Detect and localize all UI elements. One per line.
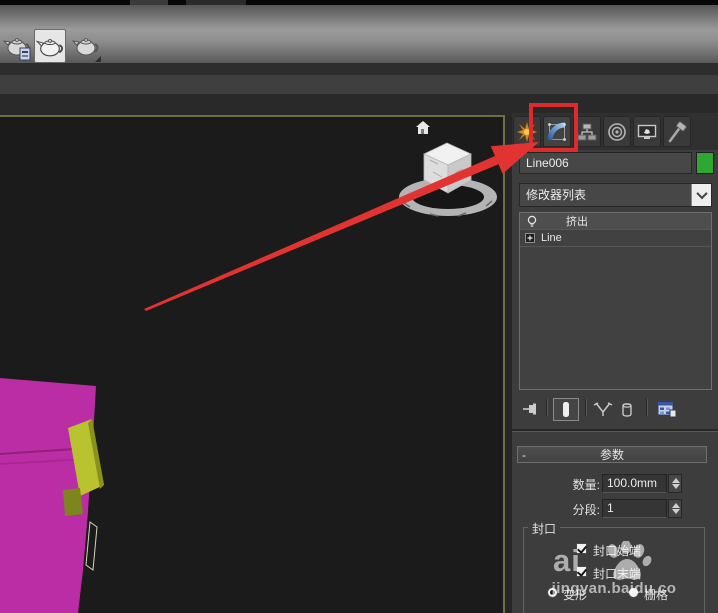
tab-display[interactable] <box>633 116 661 147</box>
selected-spline-outline[interactable] <box>85 521 98 571</box>
hierarchy-icon <box>577 123 597 140</box>
modifier-list-label: 修改器列表 <box>526 188 587 202</box>
teapot-snapshot-icon[interactable] <box>2 29 34 63</box>
tab-modify[interactable] <box>543 116 571 147</box>
stack-row-label: Line <box>541 232 562 244</box>
utilities-icon <box>668 120 687 142</box>
make-unique-button[interactable] <box>592 398 614 420</box>
pin-stack-button[interactable] <box>520 398 542 420</box>
separator <box>585 399 587 416</box>
stack-toolbar <box>512 396 718 422</box>
grid-label: 栅格 <box>644 588 669 602</box>
parameters-rollout-header[interactable]: - 参数 <box>517 446 707 463</box>
trash-icon <box>622 402 632 417</box>
stack-row-line[interactable]: Line <box>520 230 711 247</box>
stack-row-extrude[interactable]: 挤出 <box>520 213 711 230</box>
amount-field[interactable]: 100.0mm <box>602 474 667 493</box>
segments-field[interactable]: 1 <box>602 499 667 518</box>
display-icon <box>637 124 657 139</box>
make-unique-icon <box>593 402 613 416</box>
grid-radio[interactable] <box>628 587 639 598</box>
segments-spinner[interactable] <box>668 499 682 518</box>
teapot-glyph <box>3 38 31 61</box>
amount-spinner[interactable] <box>668 474 682 493</box>
tab-create[interactable] <box>513 116 541 147</box>
morph-label: 变形 <box>563 588 588 602</box>
spinner-up-icon[interactable] <box>672 503 680 508</box>
spinner-down-icon[interactable] <box>672 509 680 514</box>
show-end-result-icon <box>563 402 569 417</box>
morph-radio[interactable] <box>547 587 558 598</box>
rollout-title: 参数 <box>599 448 624 462</box>
cap-end-checkbox[interactable] <box>576 566 587 577</box>
viewport[interactable] <box>0 115 505 613</box>
cap-start-label: 封口始端 <box>593 544 642 558</box>
tab-utilities[interactable] <box>663 116 691 147</box>
separator <box>546 399 548 416</box>
tab-hierarchy[interactable] <box>573 116 601 147</box>
app-window: Line006 修改器列表 挤出 Line - 参数 数量: 100.0mm 分… <box>0 0 718 613</box>
viewport-scene <box>0 121 497 613</box>
door-object[interactable] <box>0 378 96 613</box>
object-color-swatch[interactable] <box>696 152 714 174</box>
show-end-result-button[interactable] <box>553 398 579 421</box>
tab-motion[interactable] <box>603 116 631 147</box>
teapot-active-icon[interactable] <box>34 29 66 63</box>
stack-row-label: 挤出 <box>566 216 588 228</box>
main-toolbar <box>0 5 718 63</box>
teapot-flyout-icon[interactable] <box>70 29 102 63</box>
create-icon <box>516 120 538 143</box>
cap-group-label: 封口 <box>528 520 561 537</box>
amount-value: 100.0mm <box>607 476 658 490</box>
cap-start-checkbox[interactable] <box>576 543 587 554</box>
segments-label: 分段: <box>572 503 600 517</box>
spinner-up-icon[interactable] <box>672 478 680 483</box>
object-name-field[interactable]: Line006 <box>519 152 692 174</box>
modifier-list-dropdown[interactable]: 修改器列表 <box>519 183 712 207</box>
collapse-icon: - <box>522 447 526 462</box>
toolbar-lower-strip <box>0 63 718 75</box>
panel-divider <box>512 429 718 432</box>
teapot-glyph <box>36 39 64 57</box>
remove-modifier-button[interactable] <box>616 398 638 420</box>
ribbon-strip <box>0 75 718 94</box>
segments-value: 1 <box>607 501 614 515</box>
amount-label: 数量: <box>572 478 600 492</box>
configure-modifier-sets-icon <box>657 401 676 417</box>
lightbulb-icon[interactable] <box>526 215 538 228</box>
viewcube-home-icon[interactable] <box>416 121 430 134</box>
spinner-down-icon[interactable] <box>672 484 680 489</box>
expand-plus-icon[interactable] <box>525 233 535 243</box>
flyout-corner-icon <box>95 56 101 62</box>
configure-modifier-sets-button[interactable] <box>654 398 678 420</box>
cap-end-label: 封口末端 <box>593 567 642 581</box>
separator <box>646 399 648 416</box>
dropdown-open-button[interactable] <box>691 184 711 206</box>
modifier-stack[interactable]: 挤出 Line <box>519 212 712 390</box>
chevron-down-icon <box>695 187 708 200</box>
object-name-text: Line006 <box>526 156 569 170</box>
motion-icon <box>608 122 626 141</box>
pin-stack-icon <box>523 403 536 415</box>
modify-icon <box>547 122 566 141</box>
door-handle-cap <box>63 488 83 516</box>
command-panel: Line006 修改器列表 挤出 Line - 参数 数量: 100.0mm 分… <box>512 113 718 613</box>
